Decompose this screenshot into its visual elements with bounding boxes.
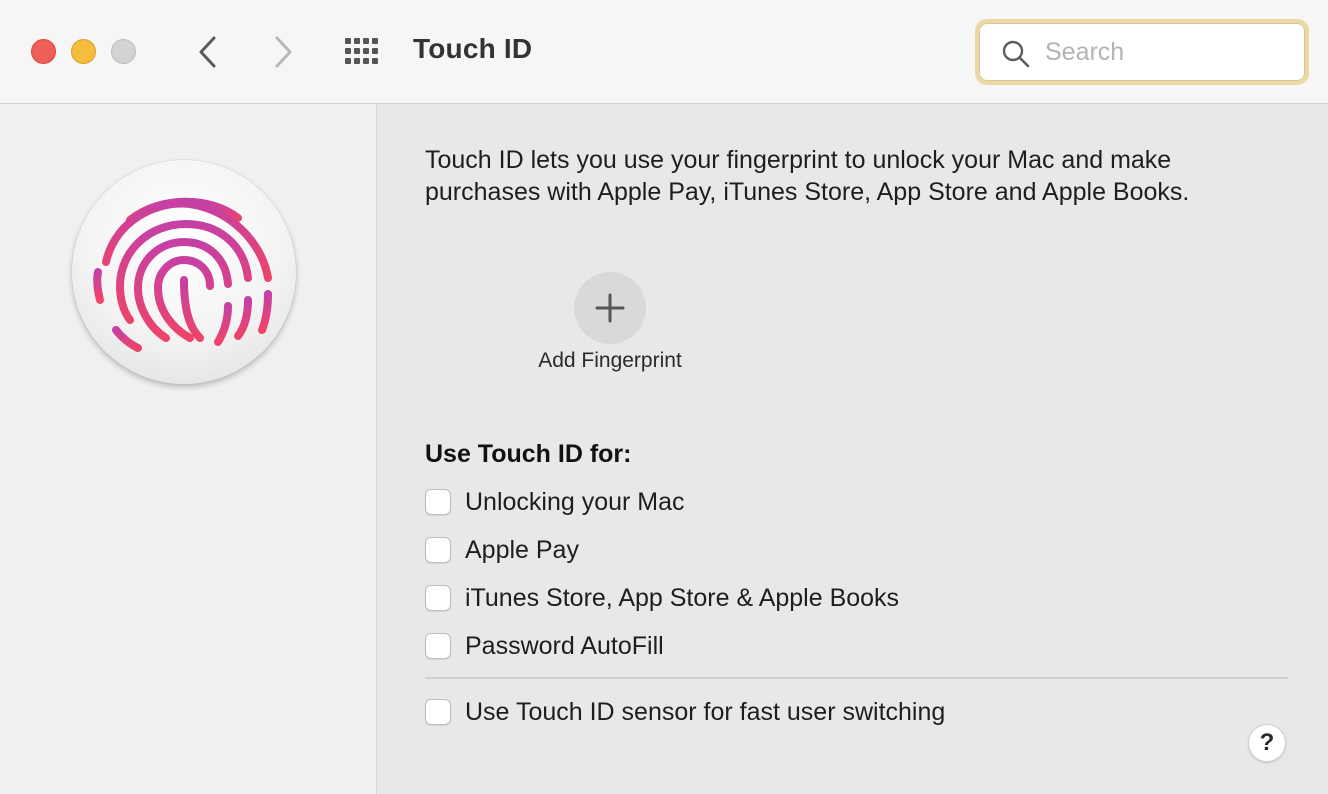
fingerprint-icon (93, 197, 272, 352)
checkbox-fast-user-switching[interactable] (425, 699, 451, 725)
sidebar (0, 104, 377, 794)
checkbox-password-autofill[interactable] (425, 633, 451, 659)
show-all-button[interactable] (342, 36, 386, 68)
chevron-right-icon (275, 36, 292, 68)
close-window-button[interactable] (31, 39, 56, 64)
option-label: Password AutoFill (465, 631, 664, 660)
checkbox-itunes-app-store-books[interactable] (425, 585, 451, 611)
plus-icon (595, 293, 625, 323)
forward-button[interactable] (263, 32, 303, 72)
checkbox-unlocking-mac[interactable] (425, 489, 451, 515)
title-bar: Touch ID (0, 0, 1328, 104)
help-button[interactable]: ? (1248, 724, 1286, 762)
back-button[interactable] (188, 32, 228, 72)
use-touch-id-heading: Use Touch ID for: (425, 440, 632, 468)
option-label: Unlocking your Mac (465, 487, 685, 516)
add-fingerprint-button[interactable] (574, 272, 646, 344)
minimize-window-button[interactable] (71, 39, 96, 64)
option-label: iTunes Store, App Store & Apple Books (465, 583, 900, 612)
option-unlocking-mac[interactable]: Unlocking your Mac (425, 487, 685, 517)
chevron-left-icon (199, 36, 216, 68)
main-content: Touch ID lets you use your fingerprint t… (377, 104, 1328, 794)
add-fingerprint-label: Add Fingerprint (538, 349, 682, 372)
search-icon (1002, 40, 1030, 68)
window-title: Touch ID (413, 33, 533, 64)
checkbox-apple-pay[interactable] (425, 537, 451, 563)
zoom-window-button[interactable] (111, 39, 136, 64)
option-password-autofill[interactable]: Password AutoFill (425, 631, 664, 661)
divider (425, 677, 1288, 679)
search-input[interactable] (1043, 33, 1287, 71)
grid-icon (345, 38, 378, 64)
option-itunes-app-store-books[interactable]: iTunes Store, App Store & Apple Books (425, 583, 899, 613)
option-label: Use Touch ID sensor for fast user switch… (465, 697, 946, 726)
option-label: Apple Pay (465, 535, 579, 564)
add-fingerprint[interactable]: Add Fingerprint (527, 272, 693, 373)
option-fast-user-switching[interactable]: Use Touch ID sensor for fast user switch… (425, 697, 945, 727)
search-field[interactable] (975, 19, 1309, 85)
touch-id-logo (72, 160, 296, 384)
touch-id-description: Touch ID lets you use your fingerprint t… (425, 146, 1190, 206)
preferences-window: Touch ID Search Touch ID lets you use yo… (0, 0, 1328, 794)
option-apple-pay[interactable]: Apple Pay (425, 535, 579, 565)
